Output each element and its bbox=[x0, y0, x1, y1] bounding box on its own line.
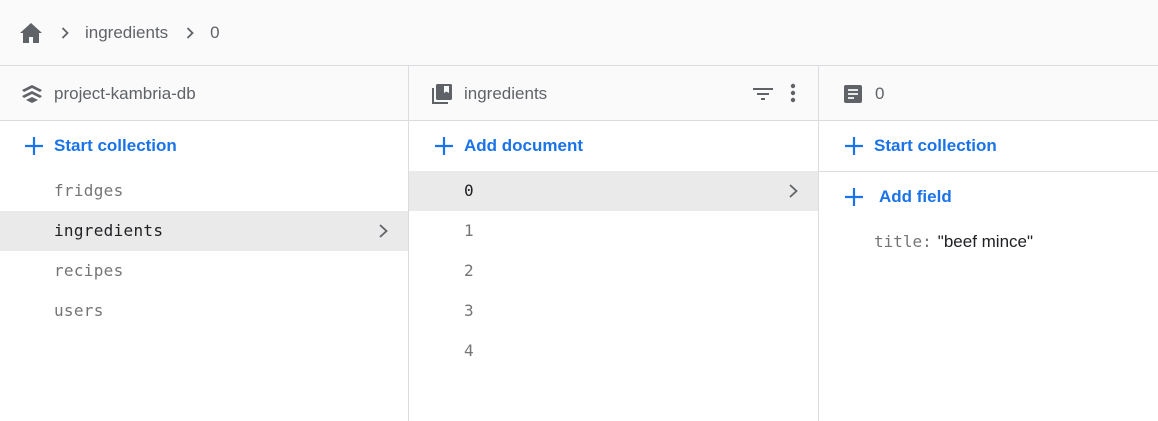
plus-icon bbox=[843, 135, 865, 157]
document-id: 0 bbox=[464, 181, 474, 200]
chevron-right-icon bbox=[184, 26, 196, 39]
plus-icon bbox=[433, 135, 455, 157]
collection-panel-header: ingredients bbox=[409, 66, 818, 121]
document-item-0[interactable]: 0 bbox=[409, 171, 818, 211]
firestore-db-icon bbox=[20, 83, 44, 105]
document-id: 2 bbox=[464, 261, 474, 280]
collection-title: ingredients bbox=[464, 84, 548, 103]
project-title: project-kambria-db bbox=[54, 84, 196, 103]
field-key: title: bbox=[874, 232, 932, 251]
collection-item-recipes[interactable]: recipes bbox=[0, 251, 408, 291]
document-item-3[interactable]: 3 bbox=[409, 291, 818, 331]
start-collection-label: Start collection bbox=[54, 136, 177, 155]
collection-item-fridges[interactable]: fridges bbox=[0, 171, 408, 211]
document-item-4[interactable]: 4 bbox=[409, 331, 818, 371]
add-document-button[interactable]: Add document bbox=[409, 121, 818, 171]
root-panel: project-kambria-db Start collection frid… bbox=[0, 66, 409, 421]
start-collection-button[interactable]: Start collection bbox=[819, 121, 1158, 171]
document-id: 4 bbox=[464, 341, 474, 360]
collection-label: ingredients bbox=[54, 221, 164, 240]
collection-label: recipes bbox=[54, 261, 124, 280]
breadcrumb: ingredients 0 bbox=[0, 0, 1158, 66]
plus-icon bbox=[843, 186, 865, 208]
home-icon[interactable] bbox=[19, 22, 43, 44]
collection-label: fridges bbox=[54, 181, 124, 200]
root-panel-header: project-kambria-db bbox=[0, 66, 408, 121]
add-document-label: Add document bbox=[464, 136, 583, 155]
collection-item-ingredients[interactable]: ingredients bbox=[0, 211, 408, 251]
chevron-right-icon bbox=[377, 224, 389, 238]
document-panel-header: 0 bbox=[819, 66, 1158, 121]
document-icon bbox=[841, 83, 865, 105]
document-item-1[interactable]: 1 bbox=[409, 211, 818, 251]
start-collection-label: Start collection bbox=[874, 136, 997, 155]
field-value: "beef mince" bbox=[937, 232, 1034, 251]
add-field-button[interactable]: Add field bbox=[819, 172, 1158, 222]
filter-icon[interactable] bbox=[751, 83, 775, 105]
chevron-right-icon bbox=[787, 184, 799, 198]
document-id: 3 bbox=[464, 301, 474, 320]
document-panel: 0 Start collection Add field title: "beef… bbox=[819, 66, 1158, 421]
more-vert-icon[interactable] bbox=[781, 83, 805, 105]
document-id: 1 bbox=[464, 221, 474, 240]
collection-item-users[interactable]: users bbox=[0, 291, 408, 331]
breadcrumb-item-document[interactable]: 0 bbox=[210, 23, 219, 43]
collection-label: users bbox=[54, 301, 104, 320]
collection-panel: ingredients Add document 0 1 2 3 4 bbox=[409, 66, 819, 421]
document-item-2[interactable]: 2 bbox=[409, 251, 818, 291]
plus-icon bbox=[23, 135, 45, 157]
field-row[interactable]: title: "beef mince" bbox=[874, 231, 1033, 254]
add-field-label: Add field bbox=[879, 187, 952, 206]
start-collection-button[interactable]: Start collection bbox=[0, 121, 408, 171]
document-title: 0 bbox=[875, 84, 885, 103]
chevron-right-icon bbox=[59, 26, 71, 39]
breadcrumb-item-ingredients[interactable]: ingredients bbox=[85, 23, 168, 43]
collection-icon bbox=[430, 83, 454, 105]
